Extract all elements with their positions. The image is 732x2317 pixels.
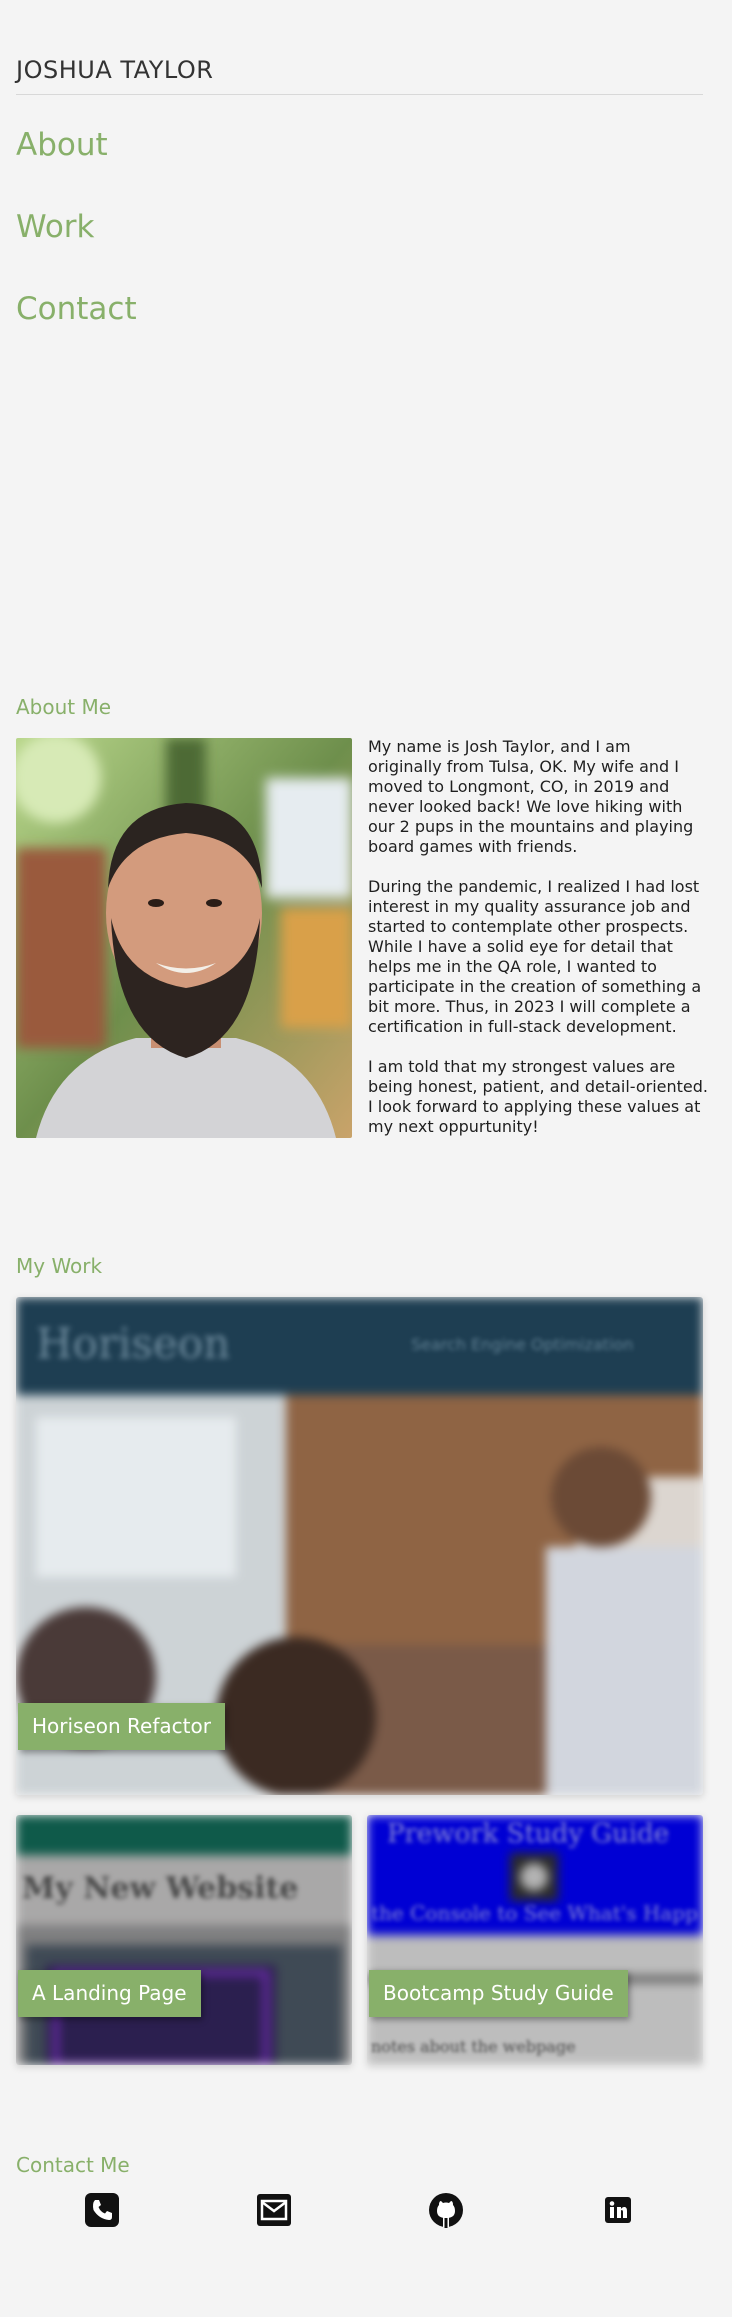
project-screenshot-title: My New Website [22, 1871, 299, 1906]
project-label-horiseon[interactable]: Horiseon Refactor [18, 1703, 225, 1750]
email-icon[interactable] [254, 2190, 294, 2230]
contact-icons [16, 2190, 703, 2234]
project-screenshot-nav: Search Engine Optimization [411, 1335, 634, 1354]
project-card-horiseon[interactable]: Horiseon Search Engine Optimization Hori… [16, 1297, 703, 1795]
linkedin-icon[interactable] [598, 2190, 638, 2230]
nav-link-contact[interactable]: Contact [16, 286, 137, 368]
page: JOSHUA TAYLOR About Work Contact About M… [0, 0, 732, 2317]
project-card-landing-page[interactable]: My New Website A Landing Page [16, 1815, 352, 2065]
work-section-title: My Work [16, 1254, 103, 1278]
project-screenshot [367, 1815, 703, 2065]
site-header: JOSHUA TAYLOR [16, 56, 703, 95]
contact-section-title: Contact Me [16, 2153, 130, 2177]
project-screenshot-subtitle: the Console to See What's Happ [371, 1901, 698, 1925]
project-screenshot-title: Prework Study Guide [387, 1819, 670, 1849]
portrait-image [16, 738, 352, 1138]
about-paragraph: I am told that my strongest values are b… [368, 1057, 709, 1136]
phone-icon[interactable] [82, 2190, 122, 2230]
about-text: My name is Josh Taylor, and I am origina… [368, 737, 708, 1157]
project-screenshot-text: notes about the webpage [371, 2037, 576, 2056]
project-label-landing-page[interactable]: A Landing Page [18, 1970, 201, 2017]
project-screenshot-title: Horiseon [36, 1319, 231, 1368]
about-paragraph: My name is Josh Taylor, and I am origina… [368, 737, 694, 856]
project-card-study-guide[interactable]: Prework Study Guide the Console to See W… [367, 1815, 703, 2065]
github-icon[interactable] [426, 2190, 466, 2230]
about-paragraph: During the pandemic, I realized I had lo… [368, 877, 702, 1036]
about-photo [16, 738, 352, 1138]
nav-link-about[interactable]: About [16, 122, 137, 204]
project-label-study-guide[interactable]: Bootcamp Study Guide [369, 1970, 628, 2017]
about-section-title: About Me [16, 695, 112, 719]
project-screenshot [16, 1815, 352, 2065]
main-nav: About Work Contact [16, 122, 137, 368]
nav-link-work[interactable]: Work [16, 204, 137, 286]
site-name: JOSHUA TAYLOR [16, 56, 214, 84]
